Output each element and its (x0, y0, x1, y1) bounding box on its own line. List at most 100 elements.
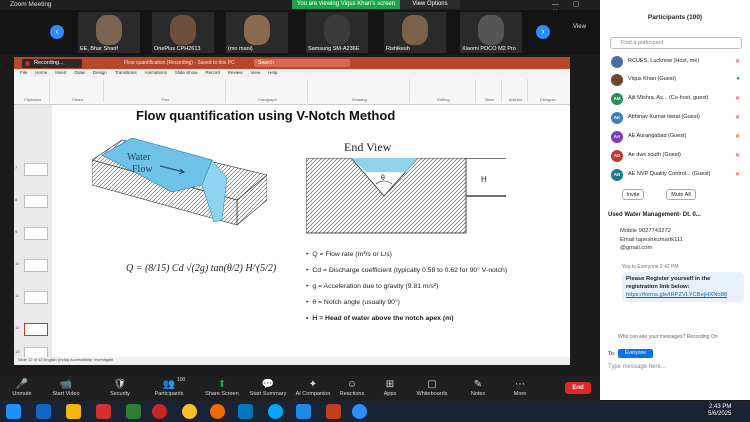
start-icon[interactable] (6, 404, 21, 419)
ribbon-tab[interactable]: Transitions (115, 69, 137, 77)
ie-icon[interactable] (36, 404, 51, 419)
ribbon-tab[interactable]: Design (93, 69, 107, 77)
mic-muted-icon[interactable]: ✕ (735, 114, 740, 121)
group-label: Paragraph (258, 97, 277, 102)
prev-page-icon[interactable]: ‹ (50, 25, 64, 39)
avatar (244, 15, 270, 45)
slide-thumbnail[interactable] (24, 163, 48, 176)
slide-thumbnail[interactable] (24, 227, 48, 240)
mic-muted-icon[interactable]: ✕ (735, 152, 740, 159)
participant-row[interactable]: AA AE Aurangabad (Guest) ✕ (608, 129, 748, 145)
video-tile[interactable]: OnePlus CPH2613 (152, 12, 214, 53)
view-button[interactable]: View (573, 24, 586, 30)
slide-number: 12 (15, 325, 20, 330)
slide-thumbnail[interactable] (24, 195, 48, 208)
edge-icon[interactable] (238, 404, 253, 419)
participant-row[interactable]: AN AE NVP Quality Control... (Guest) ✕ (608, 167, 748, 183)
folder-icon[interactable] (66, 404, 81, 419)
start-video-button[interactable]: 📹 Start Video (44, 378, 88, 397)
ribbon-tab[interactable]: Animations (145, 69, 167, 77)
whiteboards-button[interactable]: ▢ Whiteboards (410, 378, 454, 397)
ppt-search[interactable]: Search (254, 59, 350, 67)
tb-label: Participants (154, 391, 184, 397)
ribbon-tab[interactable]: Slide Show (175, 69, 198, 77)
chat-input[interactable]: Type message here... (608, 364, 666, 370)
notes-button[interactable]: ✎ Notes (456, 378, 500, 397)
ribbon-tab[interactable]: Draw (74, 69, 85, 77)
opera-icon[interactable] (152, 404, 167, 419)
powerpoint-icon[interactable] (326, 404, 341, 419)
ribbon-tab[interactable]: View (251, 69, 261, 77)
slide-thumbnail[interactable] (24, 259, 48, 272)
ribbon-group: Slides (52, 79, 104, 102)
participant-row[interactable]: AM Ajit Mishra, As... (Co-host, guest) ✕ (608, 91, 748, 107)
chat-previous-message: Mobile 9027743272 Email tapeshkumartk111… (620, 227, 748, 253)
video-tile[interactable]: (mo mani) (226, 12, 288, 53)
mute-all-button[interactable]: Mute All (666, 189, 696, 200)
registration-link[interactable]: https://forms.gle/tRPZVLYCBejHXNo88 (626, 291, 740, 299)
mic-muted-icon[interactable]: ✕ (735, 133, 740, 140)
slide-thumbnail-selected[interactable] (24, 323, 48, 336)
mic-on-icon[interactable]: ● (736, 76, 740, 82)
tb-label: Whiteboards (416, 391, 448, 397)
start-summary-button[interactable]: 💬 Start Summary (246, 378, 290, 397)
unmute-button[interactable]: 🎤 Unmute (0, 378, 44, 397)
participant-search-input[interactable]: Find a participant (610, 37, 742, 49)
video-tile[interactable]: EE, Bhar Sharif (78, 12, 140, 53)
security-button[interactable]: 🛡 Security (98, 378, 142, 397)
viewing-banner: You are viewing Viqus Khan's screen (292, 0, 400, 9)
system-clock[interactable]: 2:43 PM 5/6/2025 (708, 404, 731, 418)
excel-icon[interactable] (126, 404, 141, 419)
next-page-icon[interactable]: › (536, 25, 550, 39)
video-tile[interactable]: Xiaomi POCO M2 Pro (460, 12, 522, 53)
recording-indicator[interactable]: Recording... (22, 59, 82, 68)
share-screen-button[interactable]: ⬆ Share Screen (200, 378, 244, 397)
media-icon[interactable] (96, 404, 111, 419)
tb-label: Security (110, 391, 130, 397)
more-button[interactable]: ⋯ More (498, 378, 542, 397)
ai-companion-button[interactable]: ✦ AI Companion (291, 378, 335, 397)
ribbon-tab[interactable]: File (20, 69, 27, 77)
end-meeting-button[interactable]: End (565, 382, 591, 394)
apps-button[interactable]: ⊞ Apps (368, 378, 412, 397)
chat-message-text: Please Register yourself in the registra… (626, 276, 711, 290)
firefox-icon[interactable] (210, 404, 225, 419)
variable-list: Q = Flow rate (m³/s or L/s) Cd = Dischar… (306, 249, 507, 329)
chrome-icon[interactable] (182, 404, 197, 419)
mic-muted-icon[interactable]: ✕ (735, 171, 740, 178)
group-label: Drawing (352, 97, 367, 102)
ribbon-tab[interactable]: Home (35, 69, 47, 77)
bullet-item: H = Head of water above the notch apex (… (306, 313, 507, 329)
shield-icon: 🛡 (113, 379, 127, 390)
mic-muted-icon[interactable]: ✕ (735, 58, 740, 65)
file-name: Flow quantification (Recording) - Saved … (124, 60, 235, 66)
mic-muted-icon[interactable]: ✕ (735, 95, 740, 102)
chat-header: Used Water Management- Dt. 0... (608, 212, 701, 218)
word-icon[interactable] (296, 404, 311, 419)
tb-label: Start Summary (249, 391, 287, 397)
who-can-see-notice[interactable]: Who can see your messages? Recording On (618, 334, 718, 340)
ribbon-tab[interactable]: Help (268, 69, 277, 77)
zoom-icon[interactable] (352, 404, 367, 419)
participant-row[interactable]: AD Ae dws south (Guest) ✕ (608, 148, 748, 164)
video-tile[interactable]: Samsung SM-A236E (306, 12, 368, 53)
participant-row[interactable]: RCUES, Lucknow (Host, me) ✕ (608, 54, 748, 70)
avatar: AD (611, 150, 623, 162)
tb-label: AI Companion (295, 391, 331, 397)
slide-canvas: Flow quantification using V-Notch Method… (54, 105, 570, 400)
participant-name: Ae dws south (Guest) (628, 152, 681, 158)
skype-icon[interactable] (268, 404, 283, 419)
ribbon-tab[interactable]: Record (205, 69, 220, 77)
slide-number: 10 (15, 261, 20, 266)
view-options-button[interactable]: View Options (400, 0, 460, 9)
video-tile[interactable]: Rishikesh (384, 12, 446, 53)
ribbon-tab[interactable]: Insert (55, 69, 66, 77)
slide-thumbnail[interactable] (24, 291, 48, 304)
participant-row[interactable]: Viqus Khan (Guest) ● (608, 72, 748, 88)
recipient-dropdown[interactable]: Everyone (618, 349, 653, 358)
apps-icon: ⊞ (385, 379, 395, 390)
avatar (478, 15, 504, 45)
ribbon-tab[interactable]: Review (228, 69, 243, 77)
participant-row[interactable]: AK Abhinav Kumar tiwrai (Guest) ✕ (608, 110, 748, 126)
invite-button[interactable]: Invite (622, 189, 644, 200)
